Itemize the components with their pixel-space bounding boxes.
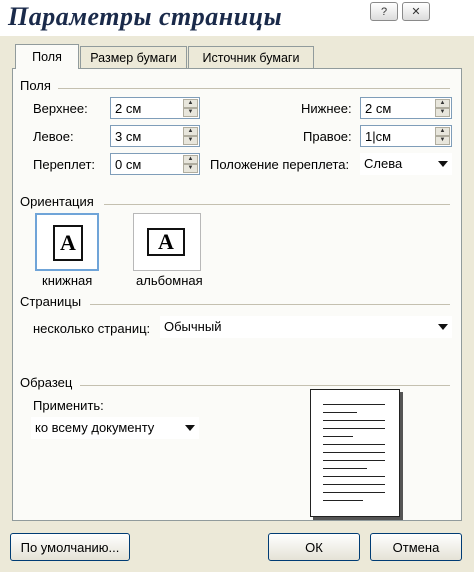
top-margin-label: Верхнее:: [33, 101, 88, 116]
right-margin-field[interactable]: 1|см ▲ ▼: [360, 125, 452, 147]
right-margin-label: Правое:: [303, 129, 352, 144]
close-button[interactable]: ✕: [402, 2, 430, 21]
help-button[interactable]: ?: [370, 2, 398, 21]
page-setup-dialog: Параметры страницы ? ✕ Поля Размер бумаг…: [0, 0, 474, 572]
portrait-page-icon: A: [53, 225, 83, 261]
gutter-position-label: Положение переплета:: [210, 157, 350, 172]
multiple-pages-value: Обычный: [164, 319, 222, 334]
right-margin-value: 1|см: [365, 129, 392, 144]
tab-paper-size[interactable]: Размер бумаги: [80, 46, 187, 68]
preview-line: [323, 436, 353, 437]
preview-group-divider: [80, 385, 450, 386]
ok-button[interactable]: ОК: [268, 533, 360, 561]
apply-to-select[interactable]: ко всему документу: [31, 417, 199, 439]
orientation-group-label: Ориентация: [20, 194, 98, 209]
tab-margins[interactable]: Поля: [15, 44, 79, 69]
dropdown-arrow-icon: [438, 324, 448, 330]
top-margin-value: 2 см: [115, 101, 142, 116]
gutter-label: Переплет:: [33, 157, 96, 172]
landscape-page-icon: A: [147, 228, 185, 256]
apply-to-value: ко всему документу: [35, 420, 155, 435]
portrait-option[interactable]: A: [35, 213, 99, 271]
dropdown-arrow-icon: [438, 161, 448, 167]
orientation-group-divider: [104, 204, 450, 205]
page-preview: [310, 389, 400, 517]
preview-line: [323, 444, 385, 445]
left-margin-field[interactable]: 3 см ▲ ▼: [110, 125, 200, 147]
landscape-label: альбомная: [136, 273, 203, 288]
tab-paper-source[interactable]: Источник бумаги: [188, 46, 314, 68]
preview-line: [323, 476, 385, 477]
dialog-title: Параметры страницы: [8, 2, 283, 31]
preview-line: [323, 484, 385, 485]
default-button[interactable]: По умолчанию...: [10, 533, 130, 561]
preview-line: [323, 428, 385, 429]
gutter-field[interactable]: 0 см ▲ ▼: [110, 153, 200, 175]
spin-down-icon[interactable]: ▼: [183, 136, 198, 145]
left-margin-label: Левое:: [33, 129, 74, 144]
preview-line: [323, 460, 385, 461]
spin-down-icon[interactable]: ▼: [183, 108, 198, 117]
margins-group-label: Поля: [20, 78, 55, 93]
spin-up-icon[interactable]: ▲: [435, 99, 450, 108]
preview-line: [323, 452, 385, 453]
pages-group-divider: [90, 304, 450, 305]
bottom-margin-field[interactable]: 2 см ▲ ▼: [360, 97, 452, 119]
close-icon: ✕: [411, 6, 421, 18]
gutter-position-select[interactable]: Слева: [360, 153, 452, 175]
title-bar: Параметры страницы ? ✕: [0, 0, 474, 36]
dropdown-arrow-icon: [185, 425, 195, 431]
preview-line: [323, 420, 385, 421]
help-icon: ?: [380, 5, 388, 18]
spin-down-icon[interactable]: ▼: [183, 164, 198, 173]
spin-up-icon[interactable]: ▲: [435, 127, 450, 136]
spin-up-icon[interactable]: ▲: [183, 127, 198, 136]
spin-down-icon[interactable]: ▼: [435, 136, 450, 145]
portrait-label: книжная: [42, 273, 93, 288]
left-margin-value: 3 см: [115, 129, 142, 144]
gutter-value: 0 см: [115, 157, 142, 172]
preview-line: [323, 412, 357, 413]
multiple-pages-select[interactable]: Обычный: [160, 316, 452, 338]
margins-group-divider: [58, 88, 450, 89]
landscape-option[interactable]: A: [133, 213, 201, 271]
bottom-margin-label: Нижнее:: [301, 101, 352, 116]
preview-line: [323, 500, 363, 501]
preview-group-label: Образец: [20, 375, 77, 390]
bottom-margin-value: 2 см: [365, 101, 392, 116]
preview-line: [323, 404, 385, 405]
cancel-button[interactable]: Отмена: [370, 533, 462, 561]
preview-line: [323, 468, 367, 469]
spin-up-icon[interactable]: ▲: [183, 155, 198, 164]
spin-up-icon[interactable]: ▲: [183, 99, 198, 108]
pages-group-label: Страницы: [20, 294, 86, 309]
spin-down-icon[interactable]: ▼: [435, 108, 450, 117]
gutter-position-value: Слева: [364, 156, 403, 171]
apply-to-label: Применить:: [33, 398, 104, 413]
multiple-pages-label: несколько страниц:: [33, 321, 151, 336]
preview-line: [323, 492, 385, 493]
top-margin-field[interactable]: 2 см ▲ ▼: [110, 97, 200, 119]
